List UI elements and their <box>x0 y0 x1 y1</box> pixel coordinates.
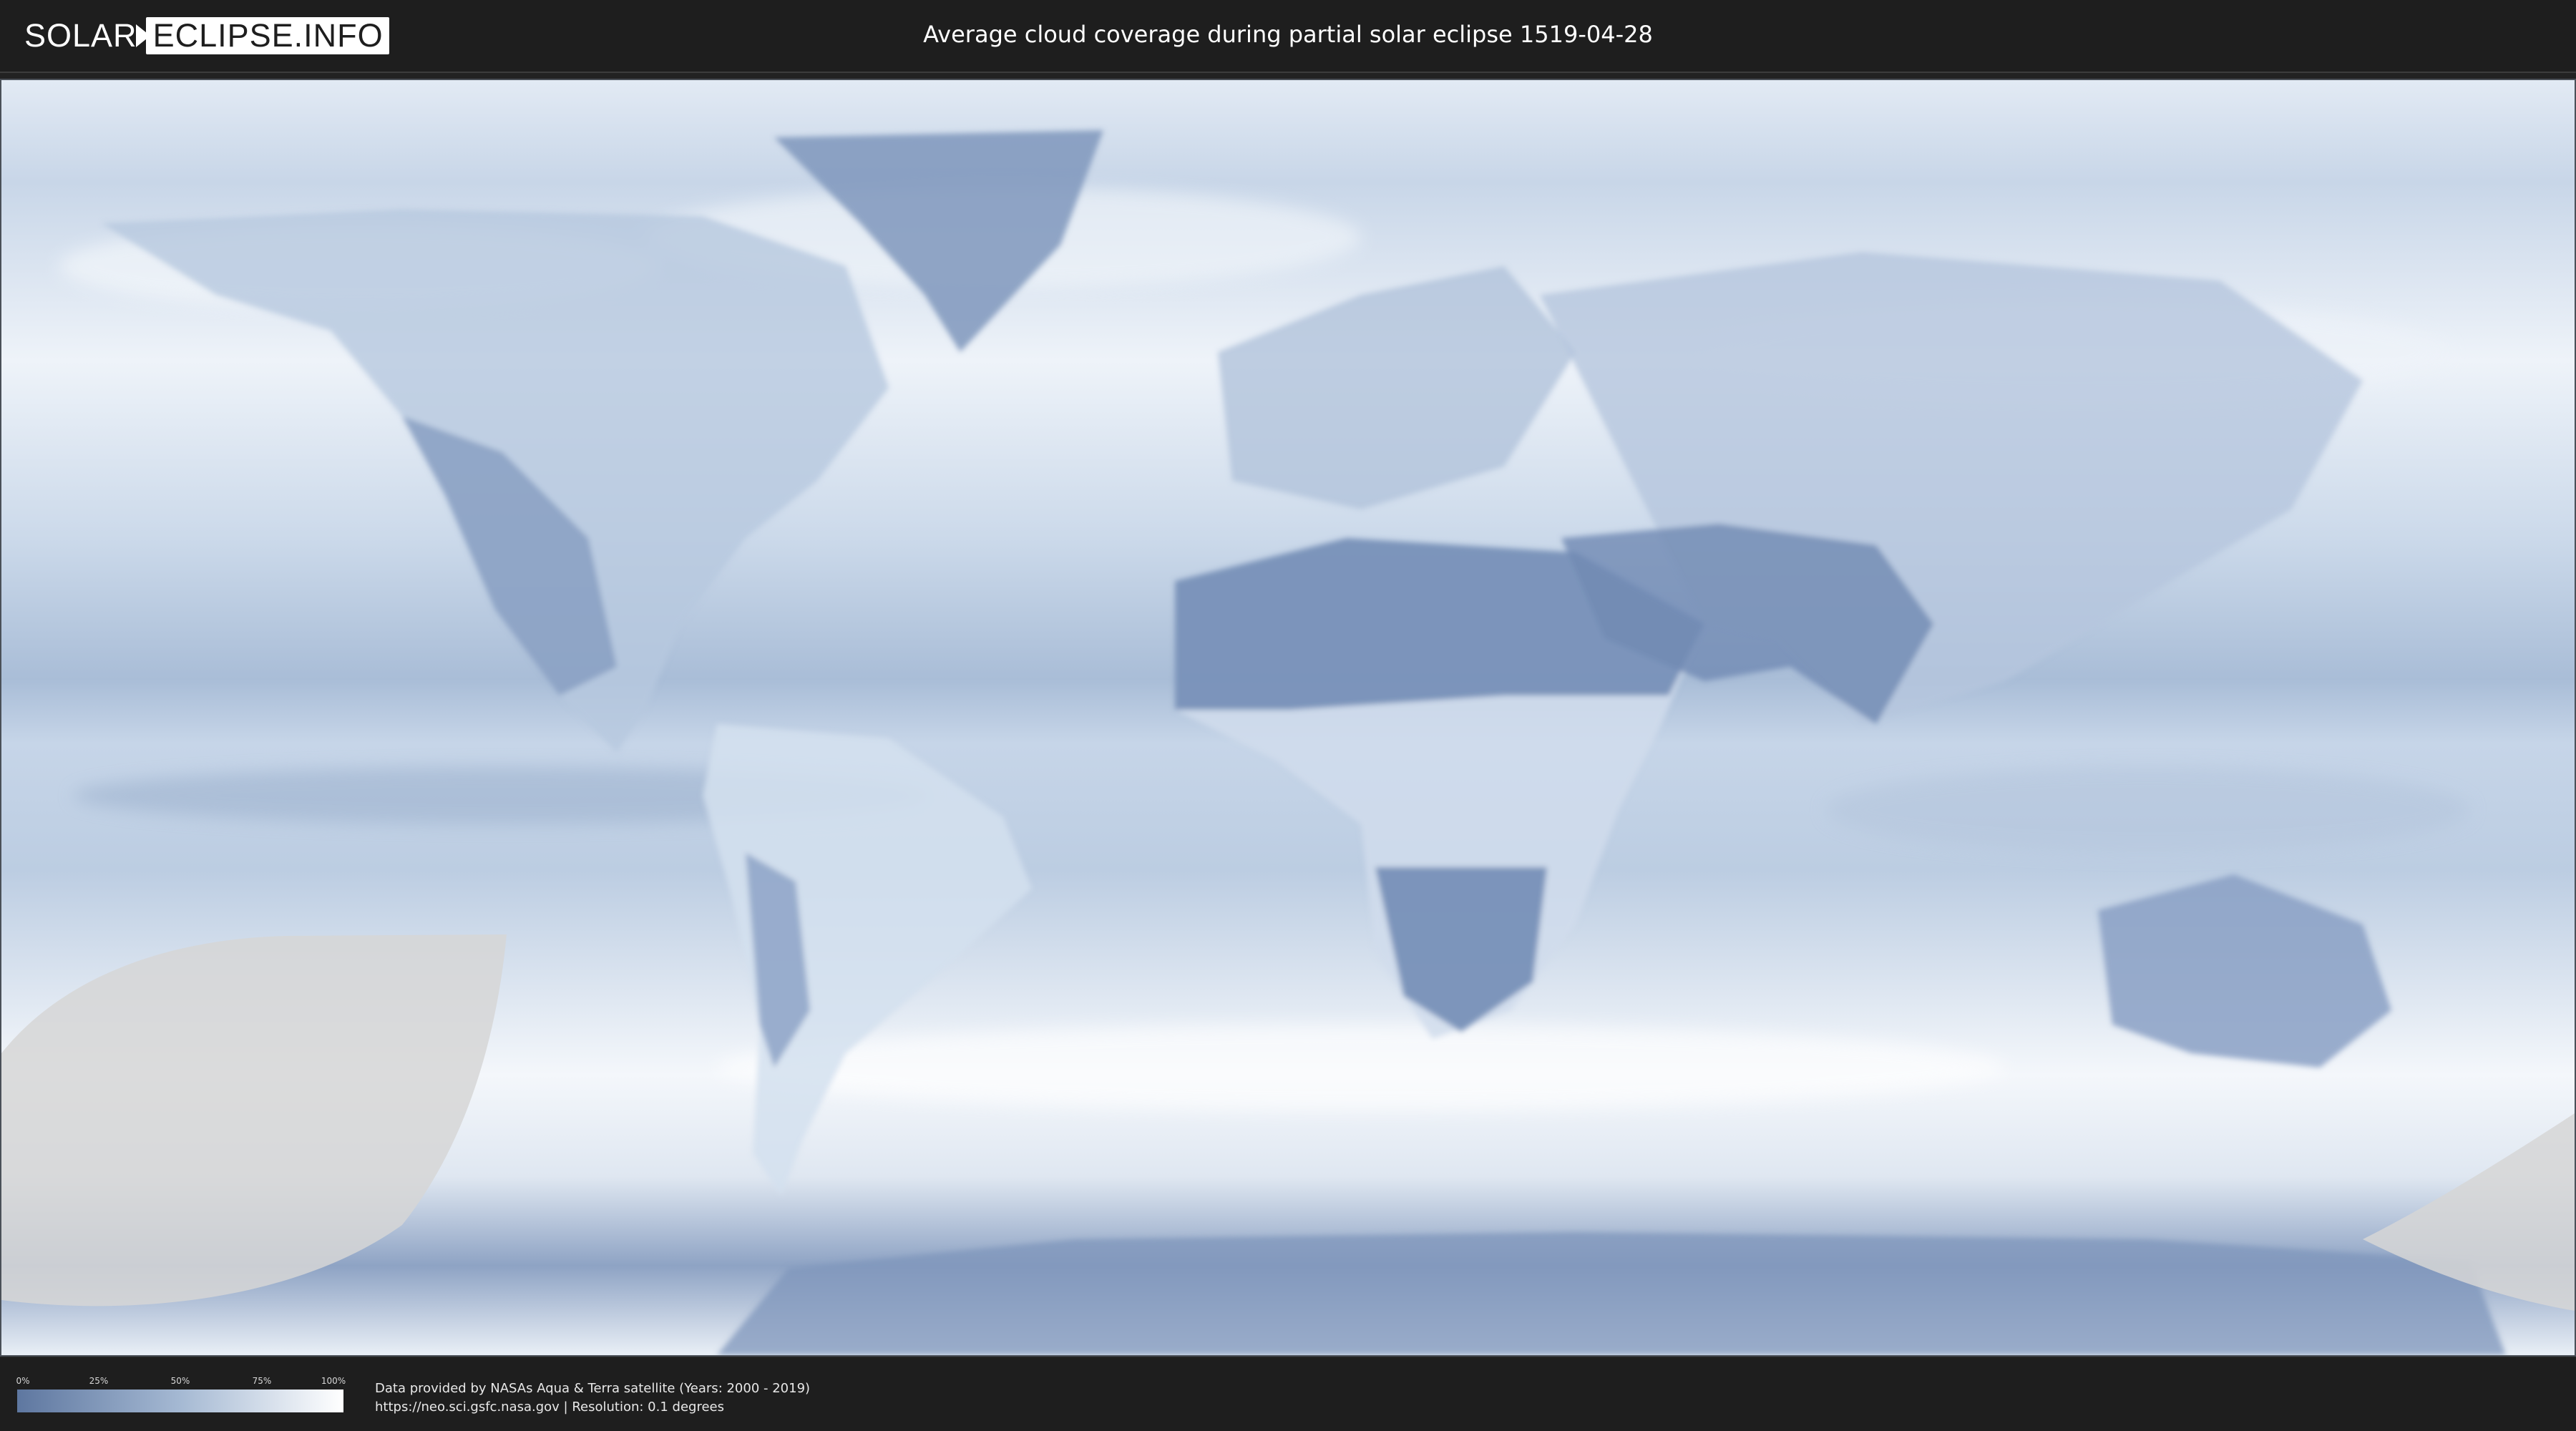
antarctica <box>717 1232 2506 1355</box>
footer-bar: 0% 25% 50% 75% 100% Data provided by NAS… <box>0 1358 2576 1431</box>
credits-link[interactable]: https://neo.sci.gsfc.nasa.gov | Resoluti… <box>375 1398 810 1417</box>
header-bar: SOLAR ECLIPSE.INFO Average cloud coverag… <box>0 0 2576 73</box>
logo-arrow-icon <box>135 24 150 47</box>
cloud-coverage-map[interactable] <box>1 80 2575 1355</box>
legend-ticks: 0% 25% 50% 75% 100% <box>16 1375 346 1387</box>
legend-tick: 100% <box>321 1376 346 1386</box>
map-frame <box>0 79 2576 1357</box>
data-credits: Data provided by NASAs Aqua & Terra sate… <box>375 1379 810 1417</box>
legend-tick: 25% <box>89 1376 109 1386</box>
legend-color-bar <box>17 1390 343 1412</box>
legend-tick: 75% <box>252 1376 272 1386</box>
cloud-coverage-legend: 0% 25% 50% 75% 100% <box>16 1375 346 1412</box>
credits-source: Data provided by NASAs Aqua & Terra sate… <box>375 1381 811 1396</box>
legend-tick: 50% <box>170 1376 190 1386</box>
legend-tick: 0% <box>16 1376 30 1386</box>
page-title: Average cloud coverage during partial so… <box>923 21 1653 48</box>
